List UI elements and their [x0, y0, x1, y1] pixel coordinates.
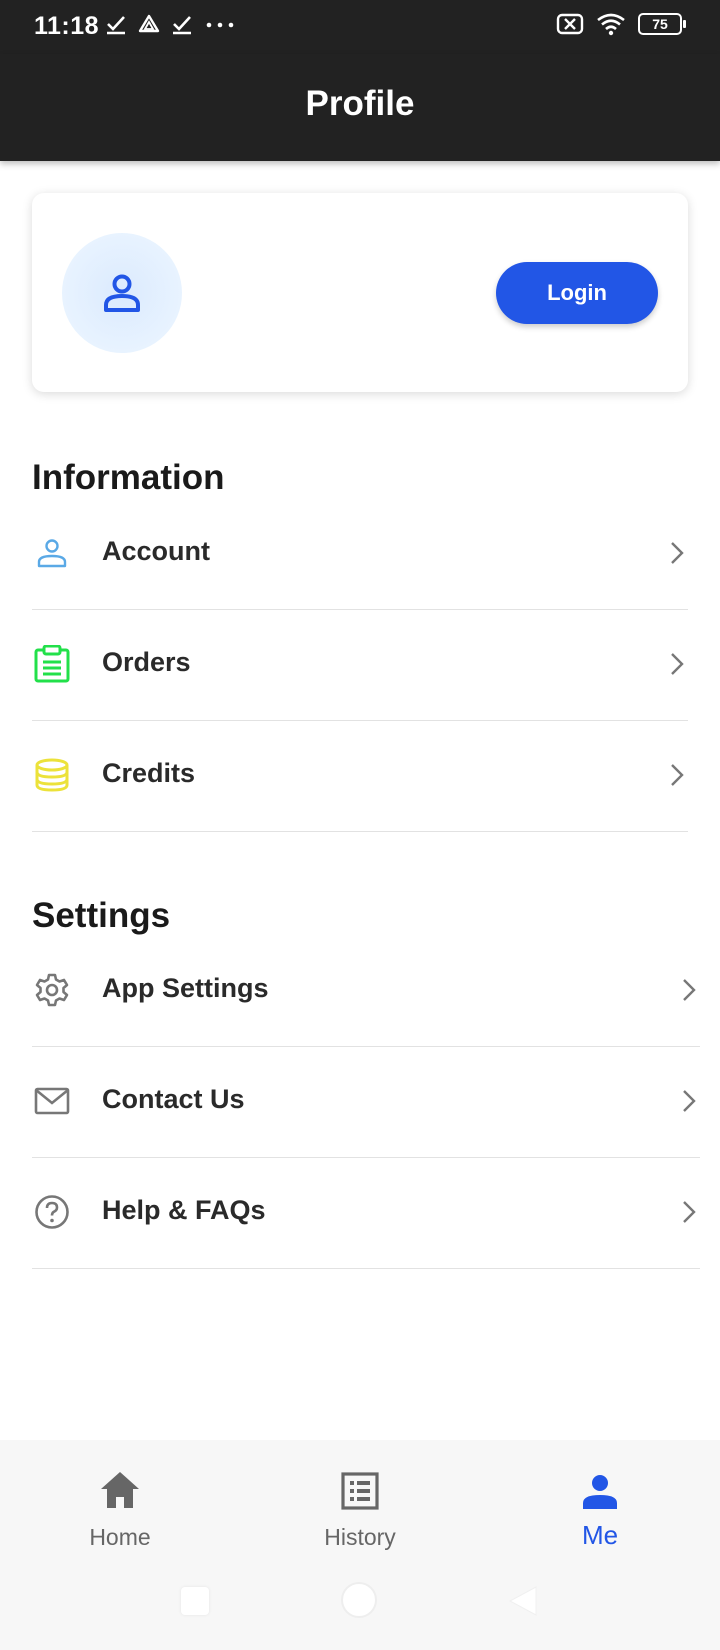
status-left-icons	[105, 13, 237, 35]
wifi-icon	[597, 13, 625, 36]
chevron-right-icon	[671, 542, 684, 564]
envelope-icon	[32, 1081, 72, 1121]
list-item-help-faqs[interactable]: Help & FAQs	[32, 1159, 700, 1269]
list-item-label: Contact Us	[102, 1084, 245, 1114]
nav-label: Home	[89, 1524, 151, 1550]
home-icon	[101, 1472, 139, 1508]
status-right-icons: 75	[556, 12, 686, 36]
gear-icon	[32, 970, 72, 1010]
nav-item-home[interactable]: Home	[20, 1464, 220, 1551]
home-system-button[interactable]	[341, 1582, 377, 1618]
list-item-label: Account	[102, 536, 210, 566]
list-item-label: Credits	[102, 758, 196, 788]
login-button[interactable]: Login	[496, 262, 658, 324]
more-dots-icon	[206, 22, 234, 28]
system-nav-bar	[0, 1580, 720, 1630]
nav-item-history[interactable]: History	[260, 1464, 460, 1551]
person-icon	[583, 1475, 617, 1509]
list-item-app-settings[interactable]: App Settings	[32, 937, 700, 1047]
list-item-account[interactable]: Account	[32, 500, 688, 610]
chevron-right-icon	[683, 1090, 696, 1112]
battery-level: 75	[652, 16, 668, 32]
checkmark-icon	[173, 16, 191, 35]
status-time: 11:18	[34, 12, 100, 40]
person-outline-icon	[104, 274, 140, 312]
nav-label: History	[324, 1524, 396, 1550]
app-header: Profile	[0, 54, 720, 161]
coins-stack-icon	[32, 755, 72, 795]
no-sim-icon	[556, 13, 584, 35]
list-item-label: App Settings	[102, 973, 269, 1003]
nav-label: Me	[581, 1520, 619, 1550]
battery-icon: 75	[638, 13, 686, 35]
chevron-right-icon	[671, 764, 684, 786]
section-title-settings: Settings	[32, 896, 171, 935]
section-title-information: Information	[32, 458, 225, 497]
chevron-right-icon	[671, 653, 684, 675]
status-bar: 11:18 75	[0, 0, 720, 54]
list-item-label: Orders	[102, 647, 191, 677]
profile-card: Login	[32, 193, 688, 392]
back-triangle-icon[interactable]	[508, 1585, 538, 1617]
list-item-label: Help & FAQs	[102, 1195, 266, 1225]
recents-button[interactable]	[181, 1587, 209, 1615]
nav-item-me[interactable]: Me	[500, 1464, 700, 1551]
question-circle-icon	[32, 1192, 72, 1232]
person-outline-icon	[32, 533, 72, 573]
clipboard-list-icon	[32, 644, 72, 684]
list-box-icon	[341, 1472, 379, 1510]
chevron-right-icon	[683, 979, 696, 1001]
page-title: Profile	[305, 84, 415, 123]
drive-icon	[138, 14, 160, 33]
avatar	[62, 233, 182, 353]
checkmark-icon	[107, 16, 125, 35]
list-item-credits[interactable]: Credits	[32, 722, 688, 832]
list-item-contact-us[interactable]: Contact Us	[32, 1048, 700, 1158]
list-item-orders[interactable]: Orders	[32, 611, 688, 721]
chevron-right-icon	[683, 1201, 696, 1223]
